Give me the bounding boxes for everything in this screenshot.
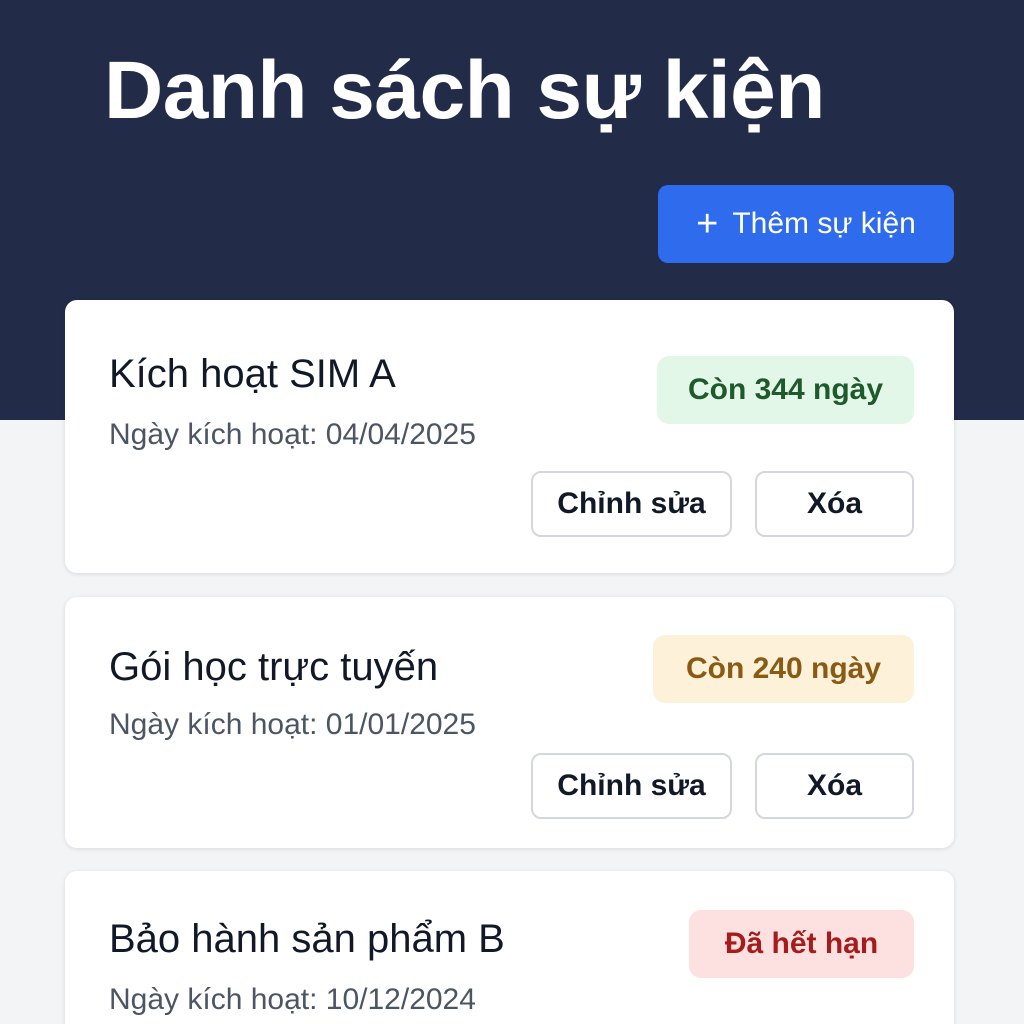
status-badge: Đã hết hạn <box>689 910 914 978</box>
event-card: Bảo hành sản phẩm B Ngày kích hoạt: 10/1… <box>65 871 954 1024</box>
status-badge: Còn 240 ngày <box>653 635 914 703</box>
edit-button[interactable]: Chỉnh sửa <box>531 753 732 819</box>
event-title: Bảo hành sản phẩm B <box>109 917 505 961</box>
plus-icon: + <box>696 203 719 245</box>
status-badge: Còn 344 ngày <box>657 356 914 424</box>
event-date: Ngày kích hoạt: 01/01/2025 <box>109 708 476 741</box>
event-card: Gói học trực tuyến Ngày kích hoạt: 01/01… <box>65 597 954 848</box>
event-title: Kích hoạt SIM A <box>109 352 396 396</box>
event-date: Ngày kích hoạt: 10/12/2024 <box>109 983 476 1016</box>
add-event-button[interactable]: + Thêm sự kiện <box>658 185 954 263</box>
event-title: Gói học trực tuyến <box>109 645 439 689</box>
event-list-page: Danh sách sự kiện + Thêm sự kiện Kích ho… <box>0 0 1024 1024</box>
event-card: Kích hoạt SIM A Ngày kích hoạt: 04/04/20… <box>65 300 954 573</box>
edit-button[interactable]: Chỉnh sửa <box>531 471 732 537</box>
event-date: Ngày kích hoạt: 04/04/2025 <box>109 418 476 451</box>
page-title: Danh sách sự kiện <box>104 45 825 136</box>
delete-button[interactable]: Xóa <box>755 753 914 819</box>
delete-button[interactable]: Xóa <box>755 471 914 537</box>
add-event-label: Thêm sự kiện <box>732 207 916 240</box>
